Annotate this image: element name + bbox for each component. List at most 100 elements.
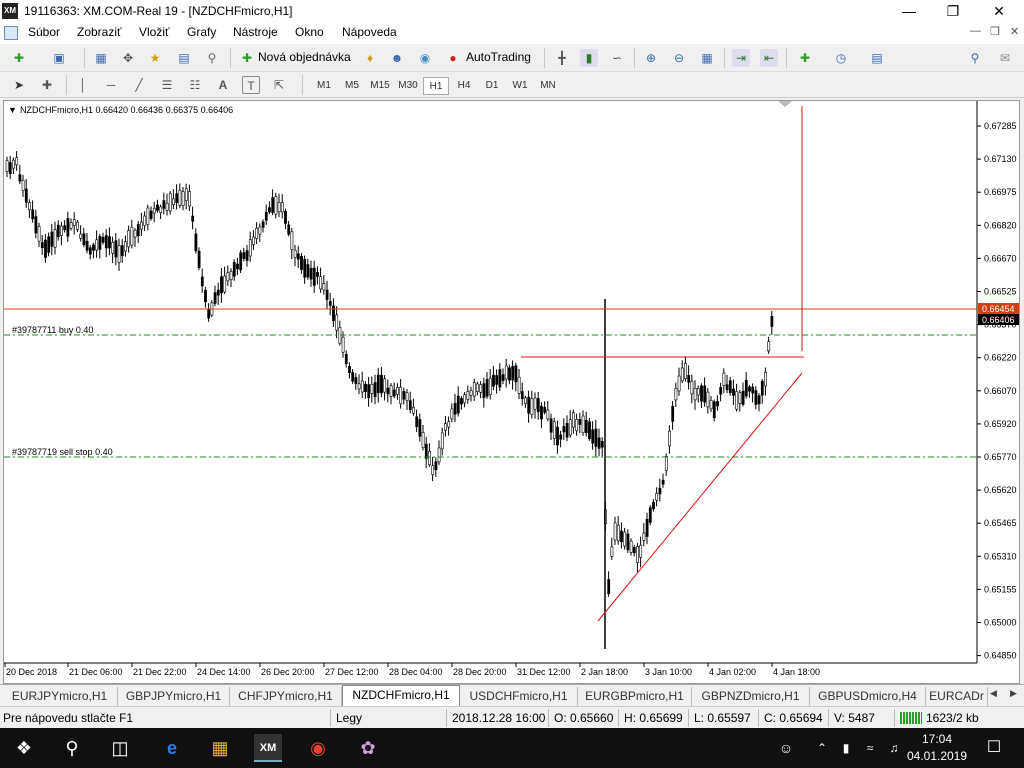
price-chart[interactable]: 0.67285 0.67130 0.66975 0.66820 0.66670 0.665… [4, 101, 1019, 683]
bar-chart-icon[interactable]: ╋ [553, 49, 571, 67]
search-icon[interactable]: ⚲ [58, 734, 86, 762]
chart-shift-icon[interactable]: ⇤ [760, 49, 778, 67]
tab-gbpusd[interactable]: GBPUSDmicro,H4 [810, 687, 926, 706]
text-icon[interactable]: A [214, 76, 232, 94]
tab-eurgbp[interactable]: EURGBPmicro,H1 [578, 687, 692, 706]
timeframe-w1[interactable]: W1 [507, 77, 533, 95]
edge-icon[interactable]: e [158, 734, 186, 762]
search-icon[interactable]: ⚲ [966, 49, 984, 67]
tab-eurjpy[interactable]: EURJPYmicro,H1 [2, 687, 118, 706]
data-window-icon[interactable]: ✥ [119, 49, 137, 67]
chart-window[interactable]: 0.67285 0.67130 0.66975 0.66820 0.66670 0.665… [3, 100, 1020, 684]
document-icon[interactable] [4, 26, 18, 40]
menu-insert[interactable]: Vložiť [139, 25, 170, 39]
file-explorer-icon[interactable]: ▦ [206, 734, 234, 762]
tab-usdchf[interactable]: USDCHFmicro,H1 [460, 687, 578, 706]
zoom-in-icon[interactable]: ⊕ [642, 49, 660, 67]
autotrading-button[interactable]: AutoTrading [466, 50, 531, 64]
menu-charts[interactable]: Grafy [187, 25, 216, 39]
crosshair-icon[interactable]: ✚ [38, 76, 56, 94]
chat-icon[interactable]: ✉ [996, 49, 1014, 67]
autotrading-icon[interactable]: ● [444, 49, 462, 67]
timeframe-m30[interactable]: M30 [395, 77, 421, 95]
experts-icon[interactable]: ☻ [388, 49, 406, 67]
tab-scroll-left-icon[interactable]: ◀ [990, 688, 997, 699]
menu-help[interactable]: Nápoveda [342, 25, 397, 39]
new-order-button[interactable]: Nová objednávka [258, 50, 351, 64]
candle-body [424, 443, 428, 459]
navigator-icon[interactable]: ★ [146, 49, 164, 67]
horizontal-line-icon[interactable]: ─ [102, 76, 120, 94]
arrows-icon[interactable]: ⇱ [270, 76, 288, 94]
clock-time[interactable]: 17:04 [912, 732, 962, 746]
status-profile[interactable]: Legy [336, 711, 362, 725]
volume-icon[interactable]: ♫ [880, 734, 908, 762]
mdi-minimize-button[interactable]: — [970, 25, 981, 37]
timeframe-m5[interactable]: M5 [339, 77, 365, 95]
candle-body [53, 229, 57, 248]
candle-body [8, 162, 12, 174]
profiles-icon[interactable]: ▣ [50, 49, 68, 67]
tab-eurcad[interactable]: EURCADr [926, 687, 988, 706]
indicators-icon[interactable]: ✚ [796, 49, 814, 67]
fibonacci-icon[interactable]: ☷ [186, 76, 204, 94]
templates-icon[interactable]: ▤ [868, 49, 886, 67]
chrome-icon[interactable]: ◉ [304, 734, 332, 762]
timeframe-h4[interactable]: H4 [451, 77, 477, 95]
xm-terminal-icon[interactable]: XM [254, 734, 282, 762]
paint-icon[interactable]: ✿ [354, 734, 382, 762]
metaeditor-icon[interactable]: ♦ [361, 49, 379, 67]
text-label-icon[interactable]: T [242, 76, 260, 94]
new-order-icon[interactable]: ✚ [238, 49, 256, 67]
timeframe-h1[interactable]: H1 [423, 77, 449, 95]
connection-icon[interactable] [900, 712, 922, 724]
timeframe-mn[interactable]: MN [535, 77, 561, 95]
mdi-close-button[interactable]: ✕ [1010, 25, 1019, 38]
line-chart-icon[interactable]: ∽ [608, 49, 626, 67]
zoom-out-icon[interactable]: ⊖ [670, 49, 688, 67]
tab-chfjpy[interactable]: CHFJPYmicro,H1 [230, 687, 342, 706]
timeframe-m1[interactable]: M1 [311, 77, 337, 95]
terminal-icon[interactable]: ▤ [175, 49, 193, 67]
signals-icon[interactable]: ◉ [416, 49, 434, 67]
menu-tools[interactable]: Nástroje [233, 25, 278, 39]
price-tick-label: 0.66975 [984, 187, 1017, 197]
candle-body [248, 239, 252, 257]
mdi-restore-button[interactable]: ❐ [990, 25, 1000, 38]
tab-gbpnzd[interactable]: GBPNZDmicro,H1 [692, 687, 810, 706]
market-watch-icon[interactable]: ▦ [92, 49, 110, 67]
tab-scroll-right-icon[interactable]: ▶ [1010, 688, 1017, 699]
new-chart-icon[interactable]: ✚ [10, 49, 28, 67]
candle-body [655, 493, 659, 501]
candle-body [504, 365, 508, 380]
equidistant-channel-icon[interactable]: ☰ [158, 76, 176, 94]
candlestick-icon[interactable]: ▮ [580, 49, 598, 67]
minimize-button[interactable]: — [886, 0, 932, 22]
timeframe-m15[interactable]: M15 [367, 77, 393, 95]
menu-view[interactable]: Zobraziť [77, 25, 122, 39]
close-button[interactable]: ✕ [976, 0, 1022, 22]
candle-body [344, 354, 348, 364]
candle-body [328, 301, 332, 306]
vertical-line-icon[interactable]: │ [74, 76, 92, 94]
trendline-icon[interactable]: ╱ [130, 76, 148, 94]
candle-body [709, 400, 713, 410]
tab-gbpjpy[interactable]: GBPJPYmicro,H1 [118, 687, 230, 706]
tester-icon[interactable]: ⚲ [203, 49, 221, 67]
auto-scroll-icon[interactable]: ⇥ [732, 49, 750, 67]
periods-icon[interactable]: ◷ [832, 49, 850, 67]
windows-start-icon[interactable]: ❖ [10, 734, 38, 762]
menu-window[interactable]: Okno [295, 25, 324, 39]
people-icon[interactable]: ☺ [772, 734, 800, 762]
timeframe-d1[interactable]: D1 [479, 77, 505, 95]
clock-date[interactable]: 04.01.2019 [906, 749, 968, 763]
tile-windows-icon[interactable]: ▦ [698, 49, 716, 67]
tab-nzdchf[interactable]: NZDCHFmicro,H1 [342, 685, 460, 707]
candle-body [348, 366, 351, 374]
menu-file[interactable]: Súbor [28, 25, 60, 39]
cursor-icon[interactable]: ➤ [10, 76, 28, 94]
task-view-icon[interactable]: ◫ [106, 734, 134, 762]
maximize-button[interactable]: ❐ [930, 0, 976, 22]
notifications-icon[interactable]: ☐ [980, 734, 1008, 762]
buy-order-label: #39787711 buy 0.40 [12, 325, 93, 335]
